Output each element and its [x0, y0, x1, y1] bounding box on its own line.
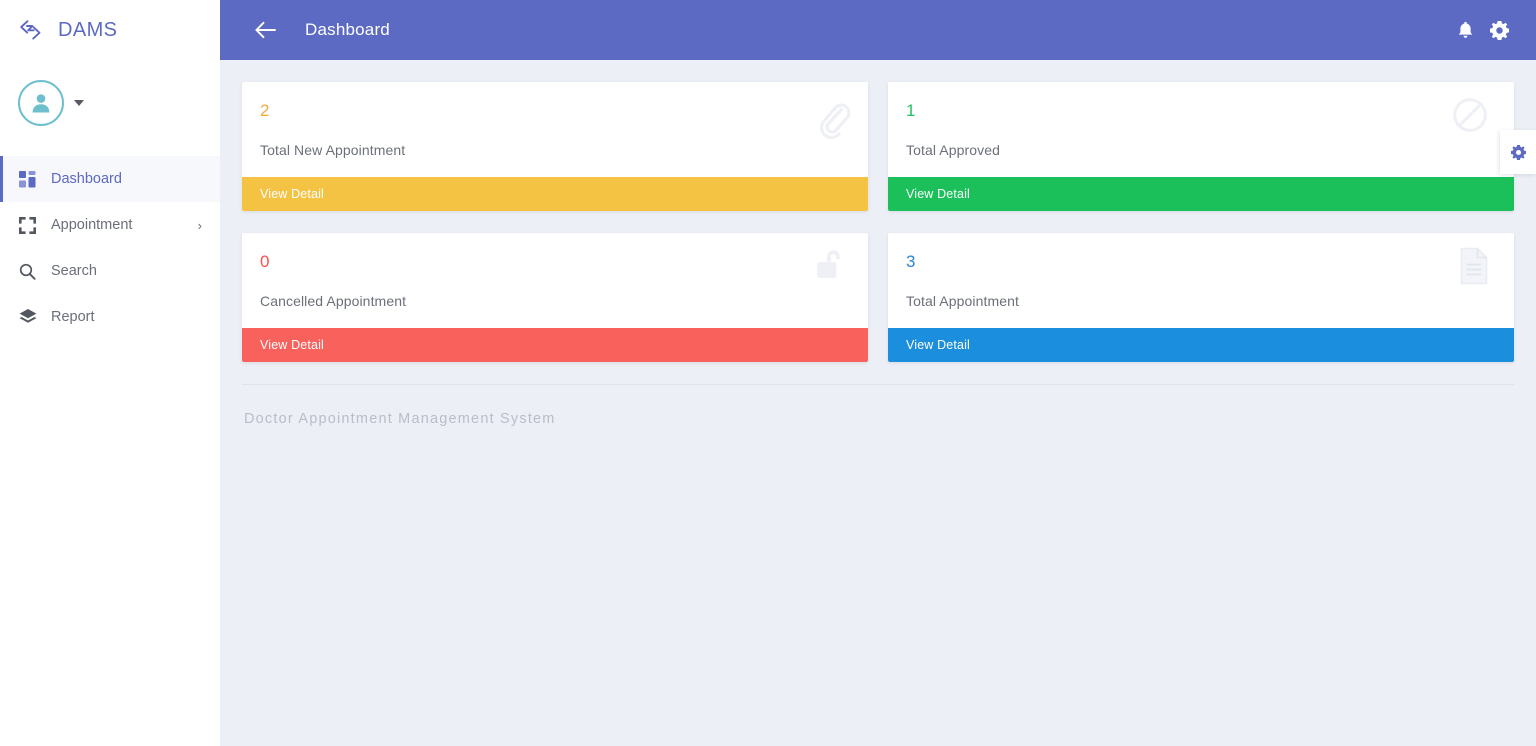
avatar[interactable]	[18, 80, 64, 126]
chevron-right-icon: ›	[197, 217, 202, 233]
expand-arrows-icon	[18, 216, 37, 235]
view-detail-button[interactable]: View Detail	[242, 328, 868, 362]
stat-card-body: 2 Total New Appointment	[242, 82, 868, 177]
stat-card-total-appointment: 3 Total Appointment View Detail	[888, 233, 1514, 362]
stat-label: Total Appointment	[906, 293, 1019, 309]
layers-icon	[18, 308, 37, 327]
sidebar-item-label: Report	[51, 308, 95, 325]
sidebar-item-label: Search	[51, 262, 97, 279]
stat-label: Cancelled Appointment	[260, 293, 407, 309]
stat-card-total-approved: 1 Total Approved View Detail	[888, 82, 1514, 211]
brand-name: DAMS	[58, 18, 118, 41]
stat-card-col: 2 Total New Appointment View Detail	[232, 82, 878, 233]
stat-value: 1	[906, 101, 916, 120]
view-detail-button[interactable]: View Detail	[888, 177, 1514, 211]
brand-logo[interactable]: DAMS	[0, 0, 220, 60]
sidebar: DAMS Dashboard Appointment › Search Repo…	[0, 0, 220, 746]
sidebar-nav: Dashboard Appointment › Search Report	[0, 156, 220, 340]
sidebar-item-appointment[interactable]: Appointment ›	[0, 202, 220, 248]
document-file-icon	[1458, 247, 1490, 290]
unlock-padlock-icon	[814, 247, 846, 290]
profile-block[interactable]	[0, 60, 220, 154]
stat-value: 0	[260, 252, 270, 271]
code-brackets-icon	[20, 20, 41, 40]
gear-icon	[1510, 144, 1526, 160]
view-detail-button[interactable]: View Detail	[242, 177, 868, 211]
user-avatar-icon	[32, 94, 50, 113]
sidebar-item-search[interactable]: Search	[0, 248, 220, 294]
ban-circle-slash-icon	[1452, 97, 1488, 138]
grid-dashboard-icon	[18, 170, 37, 189]
stat-card-col: 0 Cancelled Appointment View Detail	[232, 233, 878, 384]
stat-card-cancelled-appointment: 0 Cancelled Appointment View Detail	[242, 233, 868, 362]
stat-value: 2	[260, 101, 270, 120]
stat-label: Total Approved	[906, 142, 1001, 158]
bell-icon[interactable]	[1448, 13, 1482, 47]
stat-card-col: 3 Total Appointment View Detail	[878, 233, 1524, 384]
arrow-left-icon[interactable]	[253, 17, 279, 43]
gear-icon[interactable]	[1482, 13, 1516, 47]
page-title: Dashboard	[305, 20, 390, 39]
content-area: 2 Total New Appointment View Detail 1 To…	[220, 60, 1536, 746]
stat-card-new-appointment: 2 Total New Appointment View Detail	[242, 82, 868, 211]
stat-label: Total New Appointment	[260, 142, 406, 158]
stat-card-body: 0 Cancelled Appointment	[242, 233, 868, 328]
paperclip-icon	[816, 99, 851, 144]
stat-card-col: 1 Total Approved View Detail	[878, 82, 1524, 233]
view-detail-button[interactable]: View Detail	[888, 328, 1514, 362]
stat-card-grid: 2 Total New Appointment View Detail 1 To…	[232, 82, 1524, 384]
app-root: DAMS Dashboard Appointment › Search Repo…	[0, 0, 1536, 746]
sidebar-item-label: Dashboard	[51, 170, 122, 187]
sidebar-item-label: Appointment	[51, 216, 133, 233]
footer-text: Doctor Appointment Management System	[244, 411, 556, 427]
floating-settings-button[interactable]	[1500, 130, 1536, 174]
main-region: Dashboard 2 Total New Appointment View D…	[220, 0, 1536, 746]
sidebar-item-report[interactable]: Report	[0, 294, 220, 340]
caret-down-icon[interactable]	[74, 100, 84, 106]
stat-value: 3	[906, 252, 916, 271]
sidebar-item-dashboard[interactable]: Dashboard	[0, 156, 220, 202]
stat-card-body: 1 Total Approved	[888, 82, 1514, 177]
stat-card-body: 3 Total Appointment	[888, 233, 1514, 328]
top-bar: Dashboard	[220, 0, 1536, 60]
search-icon	[18, 262, 37, 281]
